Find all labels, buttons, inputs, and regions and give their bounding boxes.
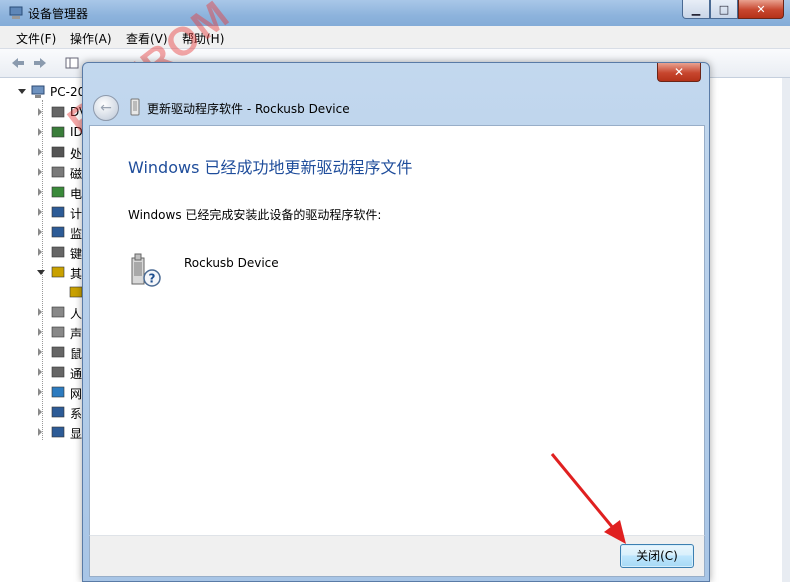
computer-icon — [51, 206, 65, 218]
tree-category-row[interactable]: 磁 — [0, 162, 90, 182]
expand-arrow-icon[interactable] — [38, 128, 42, 136]
expand-arrow-icon[interactable] — [38, 108, 42, 116]
show-hide-tree-icon[interactable] — [64, 55, 80, 71]
tree-category-row[interactable]: 通 — [0, 362, 90, 382]
expand-arrow-icon[interactable] — [38, 368, 42, 376]
red-annotation-arrow — [550, 453, 626, 544]
ide-controller-icon — [51, 126, 65, 138]
tree-category-label: 通 — [70, 367, 83, 381]
expand-arrow-icon[interactable] — [38, 228, 42, 236]
system-devices-icon — [51, 406, 65, 418]
expand-arrow-icon[interactable] — [38, 188, 42, 196]
tree-category-label: 计 — [70, 207, 83, 221]
collapse-arrow-icon[interactable] — [18, 89, 26, 94]
tree-category-row[interactable]: 声 — [0, 322, 90, 342]
tree-category-row[interactable]: 系 — [0, 402, 90, 422]
tree-category-label: 键 — [70, 247, 83, 261]
dialog-header: ← 更新驱动程序软件 - Rockusb Device — [89, 91, 703, 125]
other-devices-icon — [51, 266, 65, 278]
window-caption-buttons: ▁ □ ✕ — [682, 0, 784, 20]
tree-category-label: 人 — [70, 307, 83, 321]
network-adapter-icon — [51, 386, 65, 398]
mouse-icon — [51, 346, 65, 358]
main-close-button[interactable]: ✕ — [738, 0, 784, 19]
tree-category-row[interactable]: 显 — [0, 422, 90, 442]
tree-category-row[interactable] — [0, 282, 90, 302]
tree-scrollbar[interactable] — [782, 78, 790, 582]
tree-category-label: 磁 — [70, 167, 83, 181]
expand-arrow-icon[interactable] — [38, 328, 42, 336]
dialog-close-x-button[interactable]: ✕ — [657, 63, 701, 82]
tree-category-row[interactable]: 键 — [0, 242, 90, 262]
hid-icon — [51, 306, 65, 318]
device-name: Rockusb Device — [184, 256, 279, 270]
maximize-button[interactable]: □ — [710, 0, 738, 19]
menu-bar: 文件(F) 操作(A) 查看(V) 帮助(H) — [0, 26, 790, 49]
expand-arrow-icon[interactable] — [38, 428, 42, 436]
main-title-bar[interactable]: 设备管理器 ▁ □ ✕ — [0, 0, 790, 26]
display-adapter-icon — [51, 426, 65, 438]
expand-arrow-icon[interactable] — [38, 168, 42, 176]
tree-category-label: 其 — [70, 267, 83, 281]
processor-icon — [51, 146, 65, 158]
tree-category-label: 电 — [70, 187, 83, 201]
success-heading: Windows 已经成功地更新驱动程序文件 — [128, 158, 413, 177]
tree-category-row[interactable]: 计 — [0, 202, 90, 222]
minimize-button[interactable]: ▁ — [682, 0, 710, 19]
menu-action[interactable]: 操作(A) — [70, 30, 112, 47]
tree-category-label: 系 — [70, 407, 83, 421]
usb-device-icon — [130, 98, 140, 116]
expand-arrow-icon[interactable] — [38, 248, 42, 256]
tree-category-label: 监 — [70, 227, 83, 241]
tree-category-label: 声 — [70, 327, 83, 341]
tree-category-row[interactable]: 鼠 — [0, 342, 90, 362]
dialog-header-title: 更新驱动程序软件 - Rockusb Device — [147, 102, 350, 116]
main-window-title: 设备管理器 — [28, 7, 89, 21]
expand-arrow-icon[interactable] — [38, 148, 42, 156]
expand-arrow-icon[interactable] — [37, 270, 45, 275]
tree-category-label: 鼠 — [70, 347, 83, 361]
tree-category-label: 处 — [70, 147, 83, 161]
expand-arrow-icon[interactable] — [38, 308, 42, 316]
install-complete-text: Windows 已经完成安装此设备的驱动程序软件: — [128, 208, 382, 222]
disk-drive-icon — [51, 166, 65, 178]
tree-category-row[interactable]: 电 — [0, 182, 90, 202]
tree-category-label: 显 — [70, 427, 83, 441]
monitor-icon — [51, 226, 65, 238]
expand-arrow-icon[interactable] — [38, 408, 42, 416]
unknown-device-icon: ? — [131, 253, 161, 287]
back-arrow-icon[interactable] — [10, 55, 26, 71]
device-manager-app-icon — [9, 6, 23, 19]
tree-category-row[interactable]: 网 — [0, 382, 90, 402]
menu-file[interactable]: 文件(F) — [16, 30, 56, 47]
tree-category-label: 网 — [70, 387, 83, 401]
tree-category-row[interactable]: 其 — [0, 262, 90, 282]
dialog-back-button[interactable]: ← — [93, 95, 119, 121]
tree-category-row[interactable]: 人 — [0, 302, 90, 322]
keyboard-icon — [51, 246, 65, 258]
expand-arrow-icon[interactable] — [38, 348, 42, 356]
speaker-icon — [51, 326, 65, 338]
battery-icon — [51, 186, 65, 198]
usb-controller-icon — [51, 366, 65, 378]
expand-arrow-icon[interactable] — [38, 208, 42, 216]
expand-arrow-icon[interactable] — [38, 388, 42, 396]
svg-text:?: ? — [149, 272, 156, 286]
tree-category-row[interactable]: 处 — [0, 142, 90, 162]
back-arrow-icon: ← — [100, 100, 112, 116]
computer-icon — [31, 85, 45, 98]
forward-arrow-icon[interactable] — [32, 55, 48, 71]
tree-category-row[interactable]: 监 — [0, 222, 90, 242]
